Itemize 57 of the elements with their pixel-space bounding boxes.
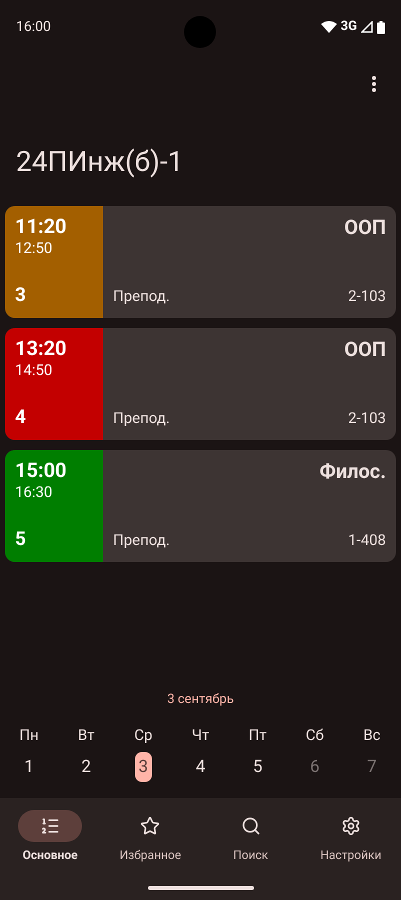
day-item[interactable]: Ср 3 bbox=[126, 724, 160, 782]
weekday-label: Сб bbox=[306, 724, 324, 746]
weekday-label: Пт bbox=[248, 724, 267, 746]
camera-cutout bbox=[184, 16, 216, 48]
lesson-number: 3 bbox=[15, 284, 27, 306]
lesson-number: 5 bbox=[15, 528, 27, 550]
star-icon bbox=[140, 816, 160, 836]
day-number: 3 bbox=[134, 752, 152, 782]
battery-icon bbox=[377, 20, 385, 34]
lesson-room: 1-408 bbox=[348, 530, 386, 550]
lesson-subject: Филос. bbox=[319, 458, 386, 484]
day-number: 4 bbox=[194, 756, 206, 779]
lesson-room: 2-103 bbox=[348, 286, 386, 306]
day-item[interactable]: Пн 1 bbox=[12, 724, 46, 782]
day-item[interactable]: Пт 5 bbox=[240, 724, 275, 782]
lesson-card[interactable]: 15:00 16:30 5 Филос. Препод. 1-408 bbox=[5, 450, 396, 562]
lesson-teacher: Препод. bbox=[113, 408, 170, 428]
signal-icon bbox=[361, 21, 373, 33]
lesson-card[interactable]: 11:20 12:50 3 ООП Препод. 2-103 bbox=[5, 206, 396, 318]
day-item[interactable]: Чт 4 bbox=[183, 724, 218, 782]
network-type: 3G bbox=[340, 18, 357, 36]
nav-tab[interactable]: Настройки bbox=[302, 810, 399, 864]
lesson-start-time: 11:20 bbox=[15, 214, 68, 238]
weekday-label: Чт bbox=[192, 724, 210, 746]
lesson-start-time: 15:00 bbox=[15, 458, 68, 482]
lesson-room: 2-103 bbox=[348, 408, 386, 428]
status-time: 16:00 bbox=[16, 18, 51, 36]
more-options-icon bbox=[372, 76, 376, 92]
day-number: 5 bbox=[252, 756, 264, 779]
day-number: 1 bbox=[23, 756, 35, 779]
weekday-label: Ср bbox=[134, 724, 152, 746]
lesson-teacher: Препод. bbox=[113, 530, 170, 550]
lesson-subject: ООП bbox=[344, 214, 386, 240]
nav-tab[interactable]: Поиск bbox=[202, 810, 299, 864]
wifi-icon bbox=[320, 21, 337, 33]
lesson-subject: ООП bbox=[344, 336, 386, 362]
weekday-label: Пн bbox=[19, 724, 39, 746]
nav-tab[interactable]: Основное bbox=[2, 810, 98, 864]
nav-tab[interactable]: Избранное bbox=[102, 810, 198, 864]
group-title: 24ПИнж(б)-1 bbox=[16, 144, 184, 180]
lesson-start-time: 13:20 bbox=[15, 336, 68, 360]
lesson-teacher: Препод. bbox=[113, 286, 170, 306]
weekday-label: Вт bbox=[78, 724, 94, 746]
settings-icon bbox=[340, 816, 361, 836]
lesson-number: 4 bbox=[15, 406, 27, 428]
lesson-end-time: 14:50 bbox=[15, 360, 54, 380]
search-icon bbox=[240, 816, 261, 836]
selected-date: 3 сентябрь bbox=[167, 691, 234, 709]
weekday-label: Вс bbox=[363, 724, 381, 746]
day-number: 7 bbox=[366, 756, 378, 779]
lesson-card[interactable]: 13:20 14:50 4 ООП Препод. 2-103 bbox=[5, 328, 396, 440]
lesson-end-time: 16:30 bbox=[15, 482, 54, 502]
day-number: 2 bbox=[80, 756, 92, 779]
list-icon bbox=[40, 816, 60, 836]
lesson-end-time: 12:50 bbox=[15, 238, 54, 258]
day-item[interactable]: Вт 2 bbox=[69, 724, 104, 782]
day-number: 6 bbox=[309, 756, 321, 779]
